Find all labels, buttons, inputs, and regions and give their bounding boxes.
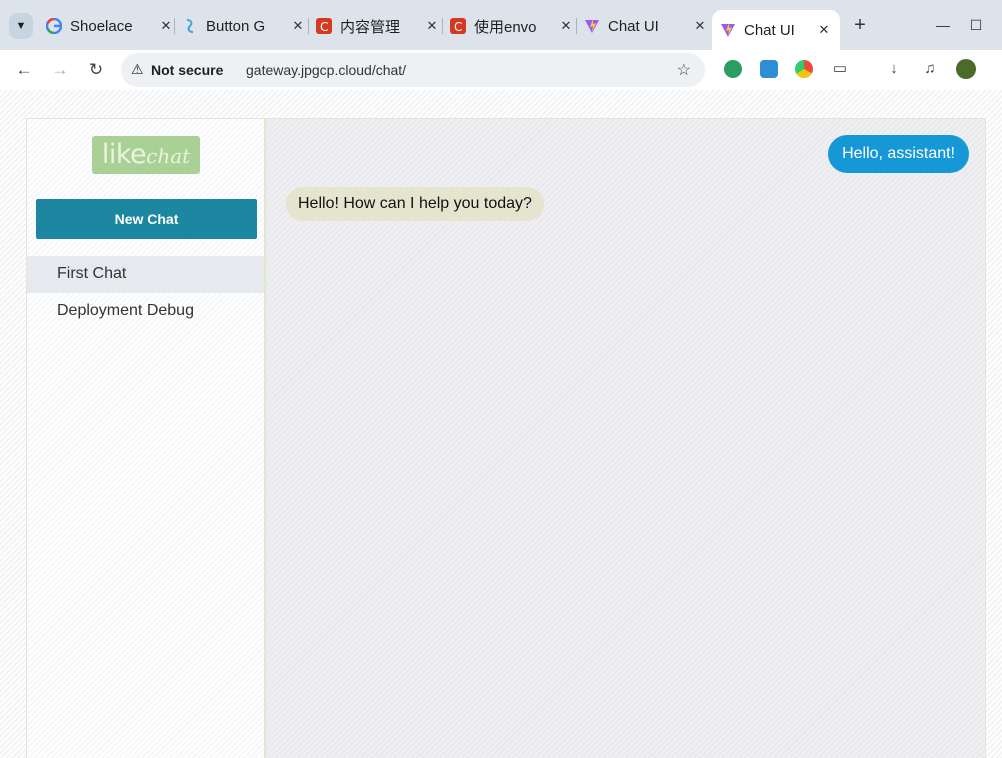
- tab-label: Chat UI: [744, 21, 795, 39]
- assistant-message-bubble: Hello! How can I help you today?: [286, 187, 544, 221]
- chat-messages: Hello, assistant! Hello! How can I help …: [268, 119, 985, 758]
- tab-using-envo[interactable]: C 使用envo ✕: [450, 10, 574, 42]
- google-icon: [46, 18, 62, 34]
- c-red-icon: C: [316, 18, 332, 34]
- chat-app: like chat New Chat First Chat Deployment …: [26, 118, 986, 758]
- forward-icon[interactable]: →: [48, 58, 72, 82]
- tab-chat-ui-active[interactable]: Chat UI ✕: [712, 10, 840, 50]
- logo-text-chat: chat: [146, 144, 191, 168]
- tab-label: Chat UI: [608, 17, 659, 35]
- minimize-button[interactable]: —: [933, 14, 953, 36]
- chat-list: First Chat Deployment Debug: [27, 256, 264, 330]
- warning-icon: ⚠: [131, 61, 144, 77]
- tab-divider: [174, 18, 175, 34]
- vite-icon: [720, 22, 736, 38]
- address-bar[interactable]: ⚠ Not secure gateway.jpgcp.cloud/chat/ ☆: [121, 53, 705, 87]
- profile-avatar[interactable]: [956, 59, 976, 79]
- extension-icon[interactable]: [760, 60, 778, 78]
- browser-toolbar: ← → ↻ ⚠ Not secure gateway.jpgcp.cloud/c…: [0, 50, 1002, 90]
- chat-list-item[interactable]: Deployment Debug: [27, 293, 264, 330]
- extension-icon[interactable]: [724, 60, 742, 78]
- chevron-down-icon: ▼: [15, 20, 27, 32]
- maximize-button[interactable]: ☐: [966, 14, 986, 36]
- url-text[interactable]: gateway.jpgcp.cloud/chat/: [246, 62, 406, 78]
- download-icon[interactable]: ↓: [883, 58, 905, 80]
- reload-icon[interactable]: ↻: [84, 58, 108, 82]
- close-icon[interactable]: ✕: [692, 18, 708, 34]
- tab-button-g[interactable]: Button G ✕: [182, 10, 306, 42]
- puzzle-icon[interactable]: ▭: [829, 58, 851, 80]
- close-icon[interactable]: ✕: [290, 18, 306, 34]
- tab-strip: ▼ Shoelace ✕ Button G ✕ C 内容管理 ✕ C 使用env…: [0, 0, 1002, 50]
- back-icon[interactable]: ←: [12, 58, 36, 82]
- tab-label: Shoelace: [70, 17, 133, 35]
- close-icon[interactable]: ✕: [816, 22, 832, 38]
- close-icon[interactable]: ✕: [424, 18, 440, 34]
- tab-label: 使用envo: [474, 18, 537, 36]
- logo-text-like: like: [101, 139, 147, 170]
- security-label[interactable]: Not secure: [151, 62, 223, 78]
- tab-divider: [576, 18, 577, 34]
- page-viewport: like chat New Chat First Chat Deployment …: [0, 90, 1002, 758]
- chat-list-item[interactable]: First Chat: [27, 256, 264, 293]
- extension-icon[interactable]: [795, 60, 813, 78]
- c-red-icon: C: [450, 18, 466, 34]
- tab-divider: [442, 18, 443, 34]
- close-icon[interactable]: ✕: [158, 18, 174, 34]
- new-chat-button[interactable]: New Chat: [36, 199, 257, 239]
- tab-divider: [308, 18, 309, 34]
- tab-chat-ui[interactable]: Chat UI ✕: [584, 10, 708, 42]
- bookmark-star-icon[interactable]: ☆: [677, 60, 691, 80]
- tab-label: 内容管理: [340, 18, 401, 36]
- tab-content-management[interactable]: C 内容管理 ✕: [316, 10, 440, 42]
- user-message-bubble: Hello, assistant!: [828, 135, 969, 173]
- sidebar: like chat New Chat First Chat Deployment …: [27, 119, 266, 758]
- more-menu-icon[interactable]: ⋮: [992, 58, 1002, 80]
- new-tab-button[interactable]: +: [851, 15, 869, 35]
- close-icon[interactable]: ✕: [558, 18, 574, 34]
- tab-search-button[interactable]: ▼: [9, 13, 33, 39]
- vite-icon: [584, 18, 600, 34]
- shoelace-icon: [182, 18, 198, 34]
- svg-text:C: C: [320, 20, 328, 34]
- tab-shoelace[interactable]: Shoelace ✕: [46, 10, 174, 42]
- media-control-icon[interactable]: ♫: [919, 58, 941, 80]
- app-logo: like chat: [92, 136, 200, 174]
- svg-text:C: C: [454, 20, 462, 34]
- tab-label: Button G: [206, 17, 266, 35]
